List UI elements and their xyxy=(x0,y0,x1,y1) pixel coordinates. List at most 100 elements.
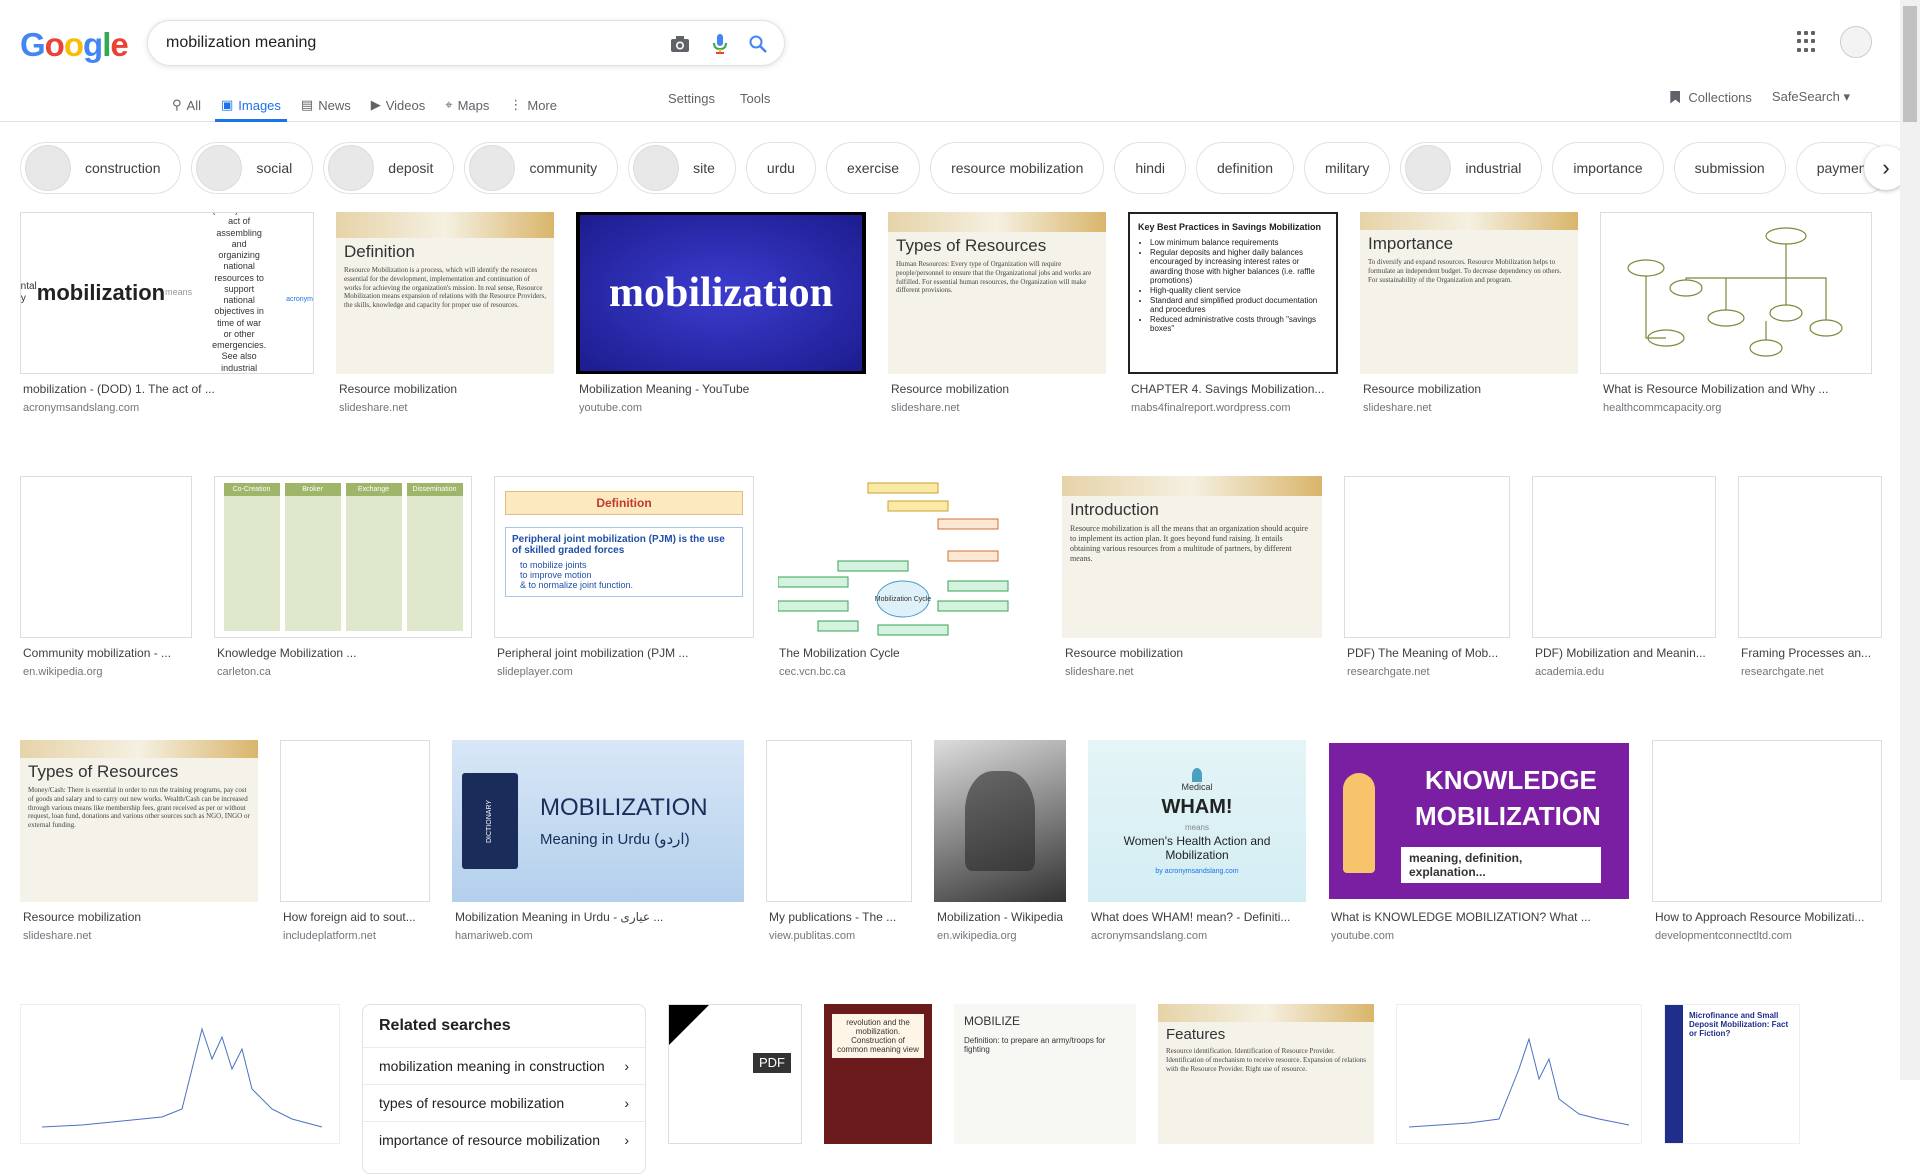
chip-exercise[interactable]: exercise xyxy=(825,142,921,194)
settings-link[interactable]: Settings xyxy=(668,91,715,106)
image-result[interactable]: DICTIONARY MOBILIZATION Meaning in Urdu … xyxy=(452,740,744,1002)
related-search-label: importance of resource mobilization xyxy=(379,1132,600,1148)
tab-news[interactable]: ▤ News xyxy=(295,88,357,122)
slide-band xyxy=(1158,1004,1374,1022)
tab-label: More xyxy=(527,97,557,113)
image-result[interactable]: Community mobilization - ... en.wikipedi… xyxy=(20,476,192,738)
image-result[interactable]: Types of Resources Human Resources: Ever… xyxy=(888,212,1106,474)
pjm-item: to improve motion xyxy=(520,570,592,580)
header-right-links: Collections SafeSearch ▾ xyxy=(1650,89,1850,105)
chip-military[interactable]: military xyxy=(1304,142,1391,194)
km-line2: MOBILIZATION xyxy=(1415,801,1601,831)
chip-resource-mobilization[interactable]: resource mobilization xyxy=(930,142,1105,194)
chip-label: deposit xyxy=(388,160,434,176)
image-result[interactable]: Definition Peripheral joint mobilization… xyxy=(494,476,754,738)
image-result[interactable]: PDF) Mobilization and Meanin... academia… xyxy=(1532,476,1716,738)
image-result[interactable]: KNOWLEDGE MOBILIZATION meaning, definiti… xyxy=(1328,740,1630,1002)
image-results-grid: Governmental & Military mobilization mea… xyxy=(20,212,1882,1174)
safesearch-toggle[interactable]: SafeSearch ▾ xyxy=(1772,89,1850,105)
image-result[interactable] xyxy=(20,1004,340,1144)
image-result[interactable]: My publications - The ... view.publitas.… xyxy=(766,740,912,1002)
image-result[interactable]: PDF xyxy=(668,1004,802,1144)
image-result[interactable]: Medical WHAM! means Women's Health Actio… xyxy=(1088,740,1306,1002)
image-result[interactable]: What is Resource Mobilization and Why ..… xyxy=(1600,212,1872,474)
result-caption: CHAPTER 4. Savings Mobilization... xyxy=(1131,382,1325,396)
related-search-label: types of resource mobilization xyxy=(379,1095,565,1111)
chip-label: hindi xyxy=(1135,160,1165,176)
tab-maps[interactable]: ⌖ Maps xyxy=(439,88,495,122)
image-result[interactable]: How to Approach Resource Mobilizati... d… xyxy=(1652,740,1882,1002)
image-result[interactable]: Mobilization - Wikipedia en.wikipedia.or… xyxy=(934,740,1066,1002)
image-result[interactable]: Key Best Practices in Savings Mobilizati… xyxy=(1128,212,1338,474)
bookmark-icon xyxy=(1670,90,1681,104)
chip-importance[interactable]: importance xyxy=(1552,142,1664,194)
image-result[interactable]: PDF) The Meaning of Mob... researchgate.… xyxy=(1344,476,1510,738)
image-result[interactable]: Mobilization Cycle The Mobilization Cycl… xyxy=(776,476,1040,738)
image-result[interactable]: MOBILIZE Definition: to prepare an army/… xyxy=(954,1004,1136,1144)
chip-label: industrial xyxy=(1465,160,1522,176)
result-caption: Mobilization Meaning in Urdu - عیاری ... xyxy=(455,910,664,924)
chip-label: exercise xyxy=(846,160,900,176)
image-result[interactable] xyxy=(1396,1004,1642,1144)
tab-videos[interactable]: ▶ Videos xyxy=(365,88,432,122)
chip-definition[interactable]: definition xyxy=(1195,142,1295,194)
km-sub: meaning, definition, explanation... xyxy=(1401,847,1601,883)
chip-hindi[interactable]: hindi xyxy=(1114,142,1186,194)
search-input[interactable] xyxy=(166,31,636,55)
search-icon[interactable] xyxy=(746,32,770,56)
image-result[interactable]: Microfinance and Small Deposit Mobilizat… xyxy=(1664,1004,1800,1144)
result-source: slideshare.net xyxy=(23,930,92,942)
related-search-item[interactable]: importance of resource mobilization › xyxy=(363,1121,645,1158)
result-caption: Resource mobilization xyxy=(23,910,142,924)
tab-images[interactable]: ▣ Images xyxy=(214,88,287,122)
chip-submission[interactable]: submission xyxy=(1673,142,1786,194)
chip-urdu[interactable]: urdu xyxy=(745,142,816,194)
slide-title: Types of Resources xyxy=(28,762,179,781)
image-result[interactable]: Framing Processes an... researchgate.net xyxy=(1738,476,1882,738)
apps-grid-icon[interactable] xyxy=(1797,31,1819,53)
related-search-item[interactable]: types of resource mobilization › xyxy=(363,1084,645,1121)
slide-title: Definition xyxy=(344,242,415,261)
microphone-icon[interactable] xyxy=(708,32,732,56)
chip-construction[interactable]: construction xyxy=(20,142,182,194)
pjm-item: to mobilize joints xyxy=(520,560,587,570)
result-image: Features Resource identification. Identi… xyxy=(1158,1004,1374,1144)
image-result[interactable]: How foreign aid to sout... includeplatfo… xyxy=(280,740,430,1002)
line-graph-thumb xyxy=(41,1027,323,1128)
avatar[interactable] xyxy=(1840,26,1872,58)
image-result[interactable]: mobilization Mobilization Meaning - YouT… xyxy=(576,212,866,474)
chip-thumbnail xyxy=(1405,145,1452,191)
tools-link[interactable]: Tools xyxy=(740,91,770,106)
result-source: slideshare.net xyxy=(1363,402,1432,414)
image-result[interactable]: Governmental & Military mobilization mea… xyxy=(20,212,314,474)
dod-word: mobilization xyxy=(36,280,166,306)
collections-link[interactable]: Collections xyxy=(1670,90,1752,105)
image-result[interactable]: Introduction Resource mobilization is al… xyxy=(1062,476,1322,738)
result-image: Definition Peripheral joint mobilization… xyxy=(494,476,754,638)
related-search-item[interactable]: mobilization meaning in construction › xyxy=(363,1047,645,1084)
savings-item: Standard and simplified product document… xyxy=(1150,296,1328,315)
chip-social[interactable]: social xyxy=(191,142,314,194)
image-result[interactable]: Features Resource identification. Identi… xyxy=(1158,1004,1374,1144)
search-box[interactable] xyxy=(147,20,785,66)
chip-site[interactable]: site xyxy=(628,142,736,194)
camera-icon[interactable] xyxy=(668,32,692,56)
scrollbar-thumb[interactable] xyxy=(1903,6,1917,122)
slide-body: Resource mobilization is all the means t… xyxy=(1070,524,1309,563)
book-title: revolution and the mobilization. Constru… xyxy=(832,1014,924,1058)
chip-community[interactable]: community xyxy=(464,142,619,194)
image-result[interactable]: revolution and the mobilization. Constru… xyxy=(824,1004,932,1144)
result-source: slideshare.net xyxy=(1065,666,1134,678)
tab-all[interactable]: ⚲ All xyxy=(166,88,207,122)
google-logo[interactable]: Google xyxy=(20,26,129,64)
km-column-header: Co-Creation xyxy=(223,483,280,496)
image-result[interactable]: Definition Resource Mobilization is a pr… xyxy=(336,212,554,474)
chip-industrial[interactable]: industrial xyxy=(1400,142,1543,194)
image-result[interactable]: Types of Resources Money/Cash: There is … xyxy=(20,740,258,1002)
image-result[interactable]: Importance To diversify and expand resou… xyxy=(1360,212,1578,474)
results-row: Governmental & Military mobilization mea… xyxy=(20,212,1880,474)
image-result[interactable]: Co-Creation Broker Exchange Disseminatio… xyxy=(214,476,472,738)
chip-deposit[interactable]: deposit xyxy=(323,142,455,194)
tab-more[interactable]: ⋮ More xyxy=(503,88,563,122)
page-scrollbar[interactable] xyxy=(1900,0,1920,1080)
